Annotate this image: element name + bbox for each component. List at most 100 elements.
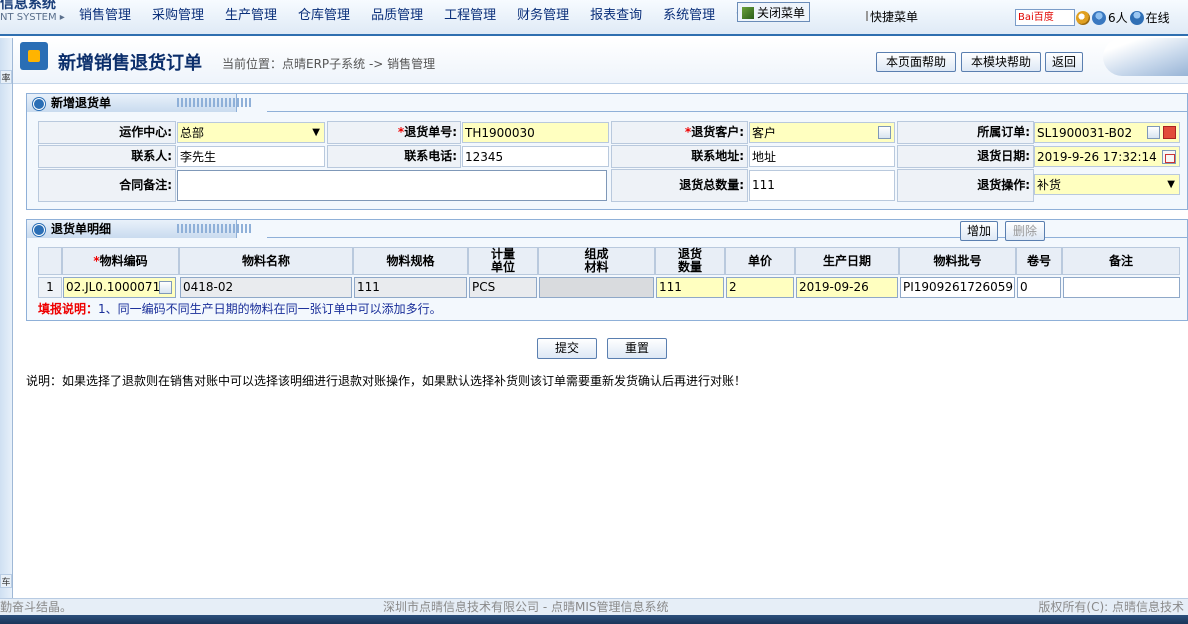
operation-label: 退货操作: xyxy=(897,169,1034,202)
customer-label: *退货客户: xyxy=(611,121,748,144)
col-header-roll: 卷号 xyxy=(1016,247,1062,275)
ops-center-label: 运作中心: xyxy=(38,121,176,144)
customer-input[interactable]: 客户 xyxy=(749,122,895,143)
menu-item-system[interactable]: 系统管理 xyxy=(663,4,715,23)
row-note-input[interactable] xyxy=(1063,277,1180,298)
quick-menu-link[interactable]: 快捷菜单 xyxy=(866,8,918,25)
menu-item-finance[interactable]: 财务管理 xyxy=(517,4,569,23)
code-picker-icon[interactable] xyxy=(159,281,172,294)
row-roll-input[interactable]: 0 xyxy=(1017,277,1061,298)
form-panel-header: 新增退货单 xyxy=(27,94,1187,112)
operation-select[interactable]: 补货 xyxy=(1034,174,1180,195)
fill-note: 填报说明：1、同一编码不同生产日期的物料在同一张订单中可以添加多行。 xyxy=(38,300,442,317)
col-header-date: 生产日期 xyxy=(795,247,899,275)
main-menu: 销售管理 采购管理 生产管理 仓库管理 品质管理 工程管理 财务管理 报表查询 … xyxy=(79,4,783,23)
col-header-material: 组成 材料 xyxy=(538,247,655,275)
return-date-value: 2019-9-26 17:32:14 xyxy=(1037,150,1157,164)
close-menu-label: 关闭菜单 xyxy=(757,6,806,20)
phone-input[interactable]: 12345 xyxy=(462,146,609,167)
return-date-label: 退货日期: xyxy=(897,145,1034,168)
online-label: 在线 xyxy=(1145,11,1170,25)
contact-label: 联系人: xyxy=(38,145,176,168)
online-status: 6人 在线 xyxy=(1076,9,1170,26)
col-header-index xyxy=(38,247,62,275)
row-unit-cell: PCS xyxy=(469,277,537,298)
menu-item-engineering[interactable]: 工程管理 xyxy=(444,4,496,23)
row-code-input[interactable]: 02.JL0.1000071 xyxy=(63,277,176,298)
footer-center: 深圳市点晴信息技术有限公司 - 点晴MIS管理信息系统 xyxy=(383,600,669,614)
user-icon xyxy=(1129,10,1144,25)
page-header: 新增销售退货订单 当前位置：点晴ERP子系统 -> 销售管理 本页面帮助 本模块… xyxy=(13,38,1188,84)
col-header-unit: 计量 单位 xyxy=(468,247,538,275)
phone-label: 联系电话: xyxy=(327,145,461,168)
col-header-spec: 物料规格 xyxy=(353,247,468,275)
panel-stripes xyxy=(177,98,251,107)
customer-picker-icon[interactable] xyxy=(878,126,891,139)
row-qty-input[interactable]: 111 xyxy=(656,277,724,298)
bottom-border xyxy=(0,615,1188,624)
col-header-code: * 物料编码 xyxy=(62,247,179,275)
row-index: 1 xyxy=(38,277,62,298)
remark-textarea[interactable] xyxy=(177,170,607,201)
baidu-search-box[interactable]: Bai百度 xyxy=(1015,9,1075,26)
system-subtitle: NT SYSTEM ▸ xyxy=(0,12,65,23)
menu-toggle-icon xyxy=(742,6,754,19)
reset-button[interactable]: 重置 xyxy=(607,338,667,359)
row-date-input[interactable]: 2019-09-26 xyxy=(796,277,898,298)
col-header-note: 备注 xyxy=(1062,247,1180,275)
menu-item-sales[interactable]: 销售管理 xyxy=(79,4,131,23)
calendar-icon[interactable] xyxy=(1162,150,1176,164)
ops-center-select[interactable]: 总部 xyxy=(177,122,325,143)
order-picker-icon[interactable] xyxy=(1147,126,1160,139)
footer: 勤奋斗结晶。 深圳市点晴信息技术有限公司 - 点晴MIS管理信息系统 版权所有(… xyxy=(0,598,1188,615)
menu-item-quality[interactable]: 品质管理 xyxy=(371,4,423,23)
menu-item-purchase[interactable]: 采购管理 xyxy=(152,4,204,23)
order-input[interactable]: SL1900031-B02 xyxy=(1034,122,1180,143)
fill-note-label: 填报说明： xyxy=(38,302,99,316)
order-label: 所属订单: xyxy=(897,121,1034,144)
submit-button[interactable]: 提交 xyxy=(537,338,597,359)
menu-item-production[interactable]: 生产管理 xyxy=(225,4,277,23)
col-header-qty: 退货 数量 xyxy=(655,247,725,275)
menu-item-warehouse[interactable]: 仓库管理 xyxy=(298,4,350,23)
left-strip-tab-top[interactable]: 率 xyxy=(0,70,12,84)
footer-left: 勤奋斗结晶。 xyxy=(0,600,73,614)
total-qty-label: 退货总数量: xyxy=(611,169,748,202)
module-icon xyxy=(20,42,48,70)
page-help-button[interactable]: 本页面帮助 xyxy=(876,52,956,72)
return-no-label: *退货单号: xyxy=(327,121,461,144)
header-decoration xyxy=(1103,38,1188,76)
add-row-button[interactable]: 增加 xyxy=(960,221,998,241)
row-price-input[interactable]: 2 xyxy=(726,277,794,298)
left-strip-tab-bottom[interactable]: 车 xyxy=(0,574,12,588)
return-no-input[interactable]: TH1900030 xyxy=(462,122,609,143)
search-icon[interactable] xyxy=(1076,10,1090,25)
order-clear-icon[interactable] xyxy=(1163,126,1176,139)
close-menu-button[interactable]: 关闭菜单 xyxy=(737,2,811,22)
row-batch-input[interactable]: PI190926172605911 xyxy=(900,277,1015,298)
col-header-price: 单价 xyxy=(725,247,795,275)
row-name-cell: 0418-02 xyxy=(180,277,352,298)
fill-note-text: 1、同一编码不同生产日期的物料在同一张订单中可以添加多行。 xyxy=(98,302,442,316)
detail-table: * 物料编码 物料名称 物料规格 计量 单位 组成 材料 退货 数量 单价 生产日… xyxy=(38,247,1180,299)
page-title: 新增销售退货订单 xyxy=(58,53,202,74)
online-count: 6人 xyxy=(1108,11,1128,25)
customer-label-text: 退货客户: xyxy=(691,125,744,139)
return-form-panel: 新增退货单 运作中心: 总部 *退货单号: TH1900030 *退货客户: 客… xyxy=(26,93,1188,210)
address-input[interactable]: 地址 xyxy=(749,146,895,167)
col-code-text: 物料编码 xyxy=(99,253,148,268)
row-material-cell xyxy=(539,277,654,298)
col-header-name: 物料名称 xyxy=(179,247,353,275)
explanation-text: 说明：如果选择了退款则在销售对账中可以选择该明细进行退款对账操作，如果默认选择补… xyxy=(26,374,747,388)
panel-divider xyxy=(267,111,1187,112)
menu-item-reports[interactable]: 报表查询 xyxy=(590,4,642,23)
module-help-button[interactable]: 本模块帮助 xyxy=(961,52,1041,72)
back-button[interactable]: 返回 xyxy=(1045,52,1083,72)
return-date-input[interactable]: 2019-9-26 17:32:14 xyxy=(1034,146,1180,167)
contact-input[interactable]: 李先生 xyxy=(177,146,325,167)
col-header-batch: 物料批号 xyxy=(899,247,1016,275)
top-menu-bar: 信息系统 NT SYSTEM ▸ 销售管理 采购管理 生产管理 仓库管理 品质管… xyxy=(0,0,1188,36)
panel-divider xyxy=(267,237,1187,238)
delete-row-button[interactable]: 删除 xyxy=(1005,221,1045,241)
total-qty-value: 111 xyxy=(749,170,895,201)
